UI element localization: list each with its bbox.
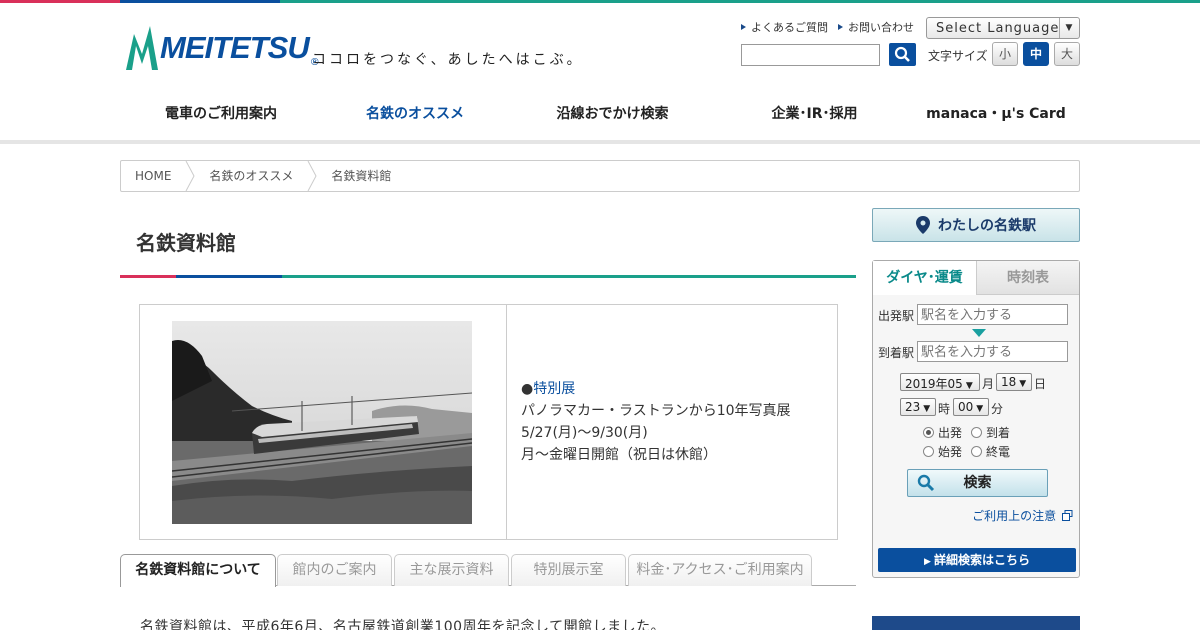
language-select-label: Select Language — [936, 21, 1060, 36]
special-exhibition-link[interactable]: 特別展 — [533, 381, 575, 397]
chevron-down-icon: ▼ — [1019, 379, 1027, 389]
day-select[interactable]: 18 ▼ — [996, 373, 1032, 391]
title-color-bar — [120, 275, 856, 278]
year-month-value: 2019年05 — [905, 377, 963, 391]
global-nav: 電車のご利用案内 名鉄のオススメ 沿線おでかけ検索 企業･IR･採用 manac… — [120, 92, 1080, 144]
logo-wordmark: MEITETSU — [160, 30, 310, 65]
gnav-underline — [0, 140, 1200, 144]
tagline: ココロをつなぐ、あしたへはこぶ。 — [312, 52, 584, 68]
route-search-button[interactable]: 検索 — [907, 469, 1048, 497]
font-size-large-button[interactable]: 大 — [1054, 42, 1080, 66]
usage-notes-label: ご利用上の注意 — [972, 509, 1057, 523]
contact-link[interactable]: お問い合わせ — [838, 19, 914, 35]
radio-label: 終電 — [986, 445, 1011, 459]
year-month-select[interactable]: 2019年05 ▼ — [900, 373, 980, 391]
gnav-outing-search[interactable]: 沿線おでかけ検索 — [508, 92, 717, 144]
faq-link[interactable]: よくあるご質問 — [741, 19, 828, 35]
tab-access-info[interactable]: 料金･アクセス･ご利用案内 — [628, 554, 812, 586]
page-title: 名鉄資料館 — [136, 231, 236, 255]
gnav-corporate[interactable]: 企業･IR･採用 — [717, 92, 912, 144]
hour-unit: 時 — [938, 402, 951, 416]
exhibition-dates: 5/27(月)～9/30(月) — [521, 425, 648, 441]
meitetsu-logo[interactable]: MEITETSU ® — [124, 24, 320, 72]
tab-exhibits[interactable]: 主な展示資料 — [394, 554, 509, 586]
map-pin-icon — [916, 216, 930, 234]
panorama-car-photo — [172, 321, 472, 524]
utility-links: よくあるご質問 お問い合わせ — [741, 19, 914, 35]
radio-icon — [923, 446, 934, 457]
intro-text: 名鉄資料館は、平成6年6月、名古屋鉄道創業100周年を記念して開館しました。 — [140, 619, 666, 630]
minute-value: 00 — [958, 400, 974, 414]
my-meitetsu-label: わたしの名鉄駅 — [938, 218, 1036, 234]
tab-about[interactable]: 名鉄資料館について — [120, 554, 276, 587]
top-color-stripe — [0, 0, 1200, 3]
special-exhibition-feature: ●特別展 パノラマカー・ラストランから10年写真展 5/27(月)～9/30(月… — [139, 304, 838, 540]
language-select[interactable]: Select Language ▼ — [926, 17, 1080, 39]
search-icon — [894, 46, 910, 62]
my-meitetsu-station-button[interactable]: わたしの名鉄駅 — [872, 208, 1080, 242]
tab-timetable[interactable]: 時刻表 — [977, 261, 1079, 295]
breadcrumb-recommend[interactable]: 名鉄のオススメ — [195, 161, 307, 191]
bullet: ● — [521, 381, 534, 397]
radio-departure[interactable]: 出発 — [923, 424, 962, 441]
meitetsu-logo-icon — [126, 26, 158, 70]
chevron-down-icon: ▼ — [923, 404, 931, 414]
external-window-icon — [1062, 510, 1073, 521]
minute-select[interactable]: 00 ▼ — [953, 398, 989, 416]
exhibition-details: ●特別展 パノラマカー・ラストランから10年写真展 5/27(月)～9/30(月… — [521, 378, 791, 466]
tab-fare-timetable[interactable]: ダイヤ･運賃 — [873, 261, 977, 295]
breadcrumb-separator-icon — [307, 161, 317, 191]
arrival-station-input[interactable] — [917, 341, 1068, 362]
detail-arrow-icon: ▶ — [924, 557, 931, 567]
museum-tabs: 名鉄資料館について 館内のご案内 主な展示資料 特別展示室 料金･アクセス･ご利… — [120, 554, 856, 587]
search-icon — [917, 474, 935, 492]
font-size-label: 文字サイズ — [928, 49, 988, 63]
exhibition-title: パノラマカー・ラストランから10年写真展 — [521, 403, 791, 419]
arrival-label: 到着駅 — [878, 346, 915, 360]
radio-label: 出発 — [938, 426, 963, 440]
exhibition-hours: 月～金曜日開館（祝日は休館） — [521, 447, 717, 463]
minute-unit: 分 — [991, 402, 1004, 416]
day-value: 18 — [1001, 375, 1017, 389]
route-search-label: 検索 — [963, 475, 992, 491]
radio-icon — [971, 427, 982, 438]
radio-last-train[interactable]: 終電 — [971, 443, 1010, 460]
breadcrumb: HOME 名鉄のオススメ 名鉄資料館 — [120, 160, 1080, 192]
feature-divider — [506, 305, 507, 539]
departure-station-input[interactable] — [917, 304, 1068, 325]
radio-label: 到着 — [986, 426, 1011, 440]
radio-label: 始発 — [938, 445, 963, 459]
gnav-recommend[interactable]: 名鉄のオススメ — [322, 92, 508, 144]
radio-first-train[interactable]: 始発 — [923, 443, 962, 460]
font-size-medium-button[interactable]: 中 — [1023, 42, 1049, 66]
font-size-small-button[interactable]: 小 — [992, 42, 1018, 66]
detailed-search-label: 詳細検索はこちら — [933, 553, 1030, 567]
gnav-train-guide[interactable]: 電車のご利用案内 — [120, 92, 322, 144]
tab-floor-guide[interactable]: 館内のご案内 — [277, 554, 392, 586]
month-unit: 月 — [982, 377, 995, 391]
breadcrumb-home[interactable]: HOME — [121, 161, 185, 191]
breadcrumb-separator-icon — [185, 161, 195, 191]
detailed-search-button[interactable]: ▶ 詳細検索はこちら — [878, 548, 1076, 572]
chevron-down-icon: ▼ — [965, 381, 973, 391]
site-search-input[interactable] — [741, 44, 880, 66]
gnav-manaca[interactable]: manaca・μ's Card — [912, 92, 1080, 144]
radio-arrival[interactable]: 到着 — [971, 424, 1010, 441]
breadcrumb-current: 名鉄資料館 — [331, 169, 392, 183]
chevron-down-icon: ▼ — [976, 404, 984, 414]
route-search-box: ダイヤ･運賃 時刻表 出発駅 到着駅 2019年05▼ 月 18▼ 日 23▼ … — [872, 260, 1080, 578]
usage-notes-link[interactable]: ご利用上の注意 — [972, 507, 1073, 524]
day-unit: 日 — [1034, 377, 1047, 391]
site-search-button[interactable] — [889, 43, 916, 66]
arrow-down-icon — [972, 329, 986, 337]
sidebar-banner[interactable] — [872, 616, 1080, 630]
chevron-down-icon: ▼ — [1059, 18, 1079, 38]
radio-selected-icon — [923, 427, 934, 438]
tab-special-room[interactable]: 特別展示室 — [511, 554, 626, 586]
radio-icon — [971, 446, 982, 457]
hour-value: 23 — [905, 400, 921, 414]
departure-label: 出発駅 — [878, 309, 915, 323]
hour-select[interactable]: 23 ▼ — [900, 398, 936, 416]
